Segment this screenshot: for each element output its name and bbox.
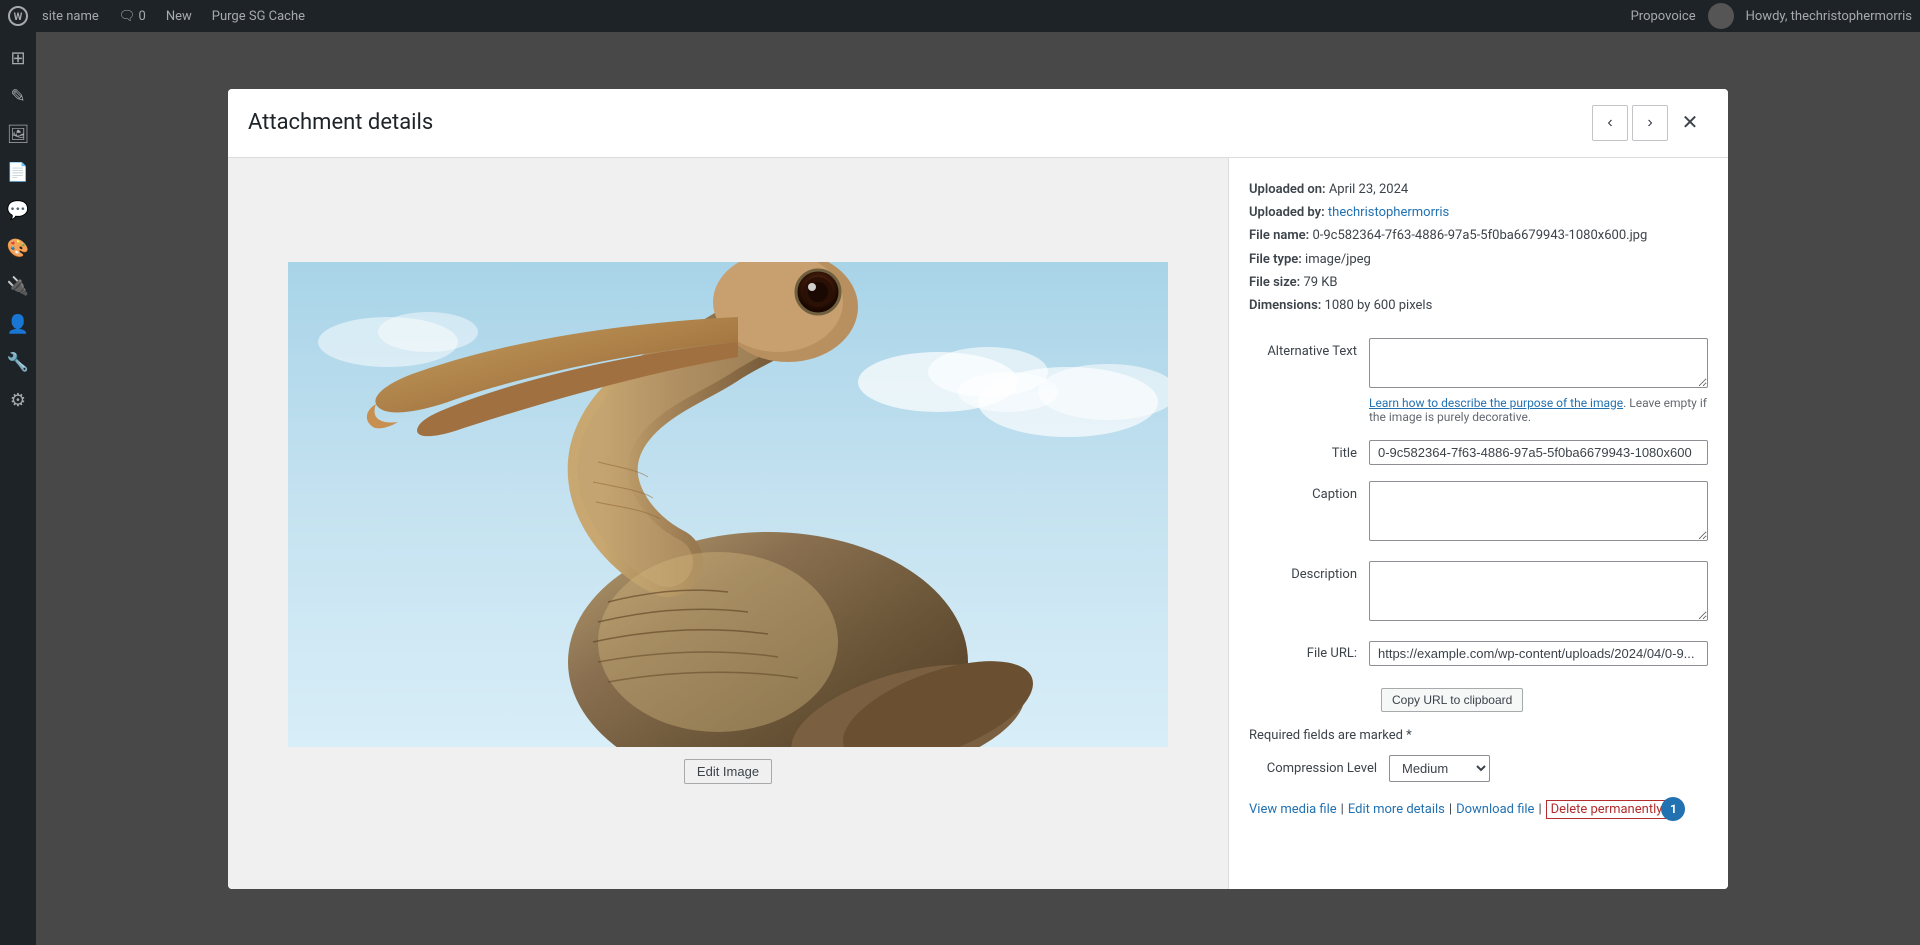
required-note: Required fields are marked *	[1249, 728, 1708, 743]
footer-sep-3: |	[1538, 802, 1541, 817]
file-url-label: File URL:	[1249, 646, 1369, 661]
compression-select[interactable]: Low Medium High	[1389, 755, 1490, 782]
svg-text:W: W	[14, 12, 23, 23]
compression-row: Compression Level Low Medium High	[1249, 755, 1708, 782]
uploaded-on: Uploaded on: April 23, 2024	[1249, 178, 1708, 201]
file-url-input[interactable]	[1369, 641, 1708, 666]
alt-text-input-wrapper: Learn how to describe the purpose of the…	[1369, 338, 1708, 424]
admin-bar-brand: Propovoice	[1631, 9, 1696, 24]
footer-links: View media file | Edit more details | Do…	[1249, 802, 1708, 817]
admin-bar-home[interactable]: site name	[36, 9, 105, 24]
dimensions-row: Dimensions: 1080 by 600 pixels	[1249, 294, 1708, 317]
sidebar-icon-posts[interactable]: ✎	[0, 78, 36, 114]
sidebar-icon-pages[interactable]: 📄	[0, 154, 36, 190]
download-file-link[interactable]: Download file	[1456, 802, 1534, 817]
description-input-wrapper	[1369, 561, 1708, 625]
sidebar-icon-users[interactable]: 👤	[0, 306, 36, 342]
file-type-row: File type: image/jpeg	[1249, 248, 1708, 271]
delete-wrapper: Delete permanently 1	[1546, 802, 1668, 817]
attachment-details-modal: Attachment details ‹ › ✕	[228, 89, 1728, 889]
view-media-file-link[interactable]: View media file	[1249, 802, 1337, 817]
admin-bar-comments[interactable]: 🗨 0	[113, 9, 152, 24]
footer-sep-2: |	[1449, 802, 1452, 817]
caption-input[interactable]	[1369, 481, 1708, 541]
copy-url-wrapper: Copy URL to clipboard	[1249, 682, 1708, 712]
edit-more-details-link[interactable]: Edit more details	[1348, 802, 1445, 817]
modal-title: Attachment details	[248, 110, 433, 135]
wp-sidebar: ⊞ ✎ 🖼 📄 💬 🎨 🔌 👤 🔧 ⚙	[0, 32, 36, 945]
sidebar-icon-dashboard[interactable]: ⊞	[0, 40, 36, 76]
file-info: Uploaded on: April 23, 2024 Uploaded by:…	[1249, 178, 1708, 318]
description-label: Description	[1249, 561, 1369, 582]
image-preview-container	[288, 262, 1168, 747]
admin-bar-avatar[interactable]	[1708, 3, 1734, 29]
uploaded-by-link[interactable]: thechristophermorris	[1328, 205, 1449, 220]
title-label: Title	[1249, 440, 1369, 461]
modal-overlay[interactable]: Attachment details ‹ › ✕	[36, 32, 1920, 945]
admin-bar: W site name 🗨 0 New Purge SG Cache Propo…	[0, 0, 1920, 32]
description-input[interactable]	[1369, 561, 1708, 621]
wp-logo-icon[interactable]: W	[8, 6, 28, 26]
admin-bar-greeting: Howdy, thechristophermorris	[1746, 9, 1912, 24]
file-url-input-wrapper	[1369, 641, 1708, 666]
title-input[interactable]	[1369, 440, 1708, 465]
caption-label: Caption	[1249, 481, 1369, 502]
edit-image-button[interactable]: Edit Image	[684, 759, 772, 784]
admin-bar-new[interactable]: New	[160, 9, 198, 24]
modal-header: Attachment details ‹ › ✕	[228, 89, 1728, 158]
sidebar-icon-media[interactable]: 🖼	[0, 116, 36, 152]
file-url-row: File URL:	[1249, 641, 1708, 666]
modal-body: Edit Image Uploaded on: April 23, 2024 U…	[228, 158, 1728, 889]
admin-bar-purge[interactable]: Purge SG Cache	[206, 9, 311, 24]
delete-permanently-link[interactable]: Delete permanently	[1546, 800, 1668, 819]
title-field-row: Title	[1249, 440, 1708, 465]
alt-text-input[interactable]	[1369, 338, 1708, 388]
modal-prev-button[interactable]: ‹	[1592, 105, 1628, 141]
caption-field-row: Caption	[1249, 481, 1708, 545]
admin-bar-right: Propovoice Howdy, thechristophermorris	[1631, 3, 1912, 29]
description-field-row: Description	[1249, 561, 1708, 625]
sidebar-icon-tools[interactable]: 🔧	[0, 344, 36, 380]
modal-close-button[interactable]: ✕	[1672, 105, 1708, 141]
sidebar-icon-comments[interactable]: 💬	[0, 192, 36, 228]
uploaded-by: Uploaded by: thechristophermorris	[1249, 201, 1708, 224]
file-size-row: File size: 79 KB	[1249, 271, 1708, 294]
image-panel: Edit Image	[228, 158, 1228, 889]
compression-label: Compression Level	[1249, 761, 1389, 776]
pelican-image	[288, 262, 1168, 747]
caption-input-wrapper	[1369, 481, 1708, 545]
alt-text-field-row: Alternative Text Learn how to describe t…	[1249, 338, 1708, 424]
copy-url-button[interactable]: Copy URL to clipboard	[1381, 688, 1523, 712]
title-input-wrapper	[1369, 440, 1708, 465]
sidebar-icon-settings[interactable]: ⚙	[0, 382, 36, 418]
sidebar-icon-appearance[interactable]: 🎨	[0, 230, 36, 266]
file-name-row: File name: 0-9c582364-7f63-4886-97a5-5f0…	[1249, 224, 1708, 247]
alt-text-label: Alternative Text	[1249, 338, 1369, 359]
alt-text-help-text: Learn how to describe the purpose of the…	[1369, 396, 1708, 424]
sidebar-icon-plugins[interactable]: 🔌	[0, 268, 36, 304]
details-panel: Uploaded on: April 23, 2024 Uploaded by:…	[1228, 158, 1728, 889]
modal-next-button[interactable]: ›	[1632, 105, 1668, 141]
footer-sep-1: |	[1341, 802, 1344, 817]
alt-text-help-link[interactable]: Learn how to describe the purpose of the…	[1369, 396, 1623, 410]
modal-navigation: ‹ › ✕	[1592, 105, 1708, 141]
